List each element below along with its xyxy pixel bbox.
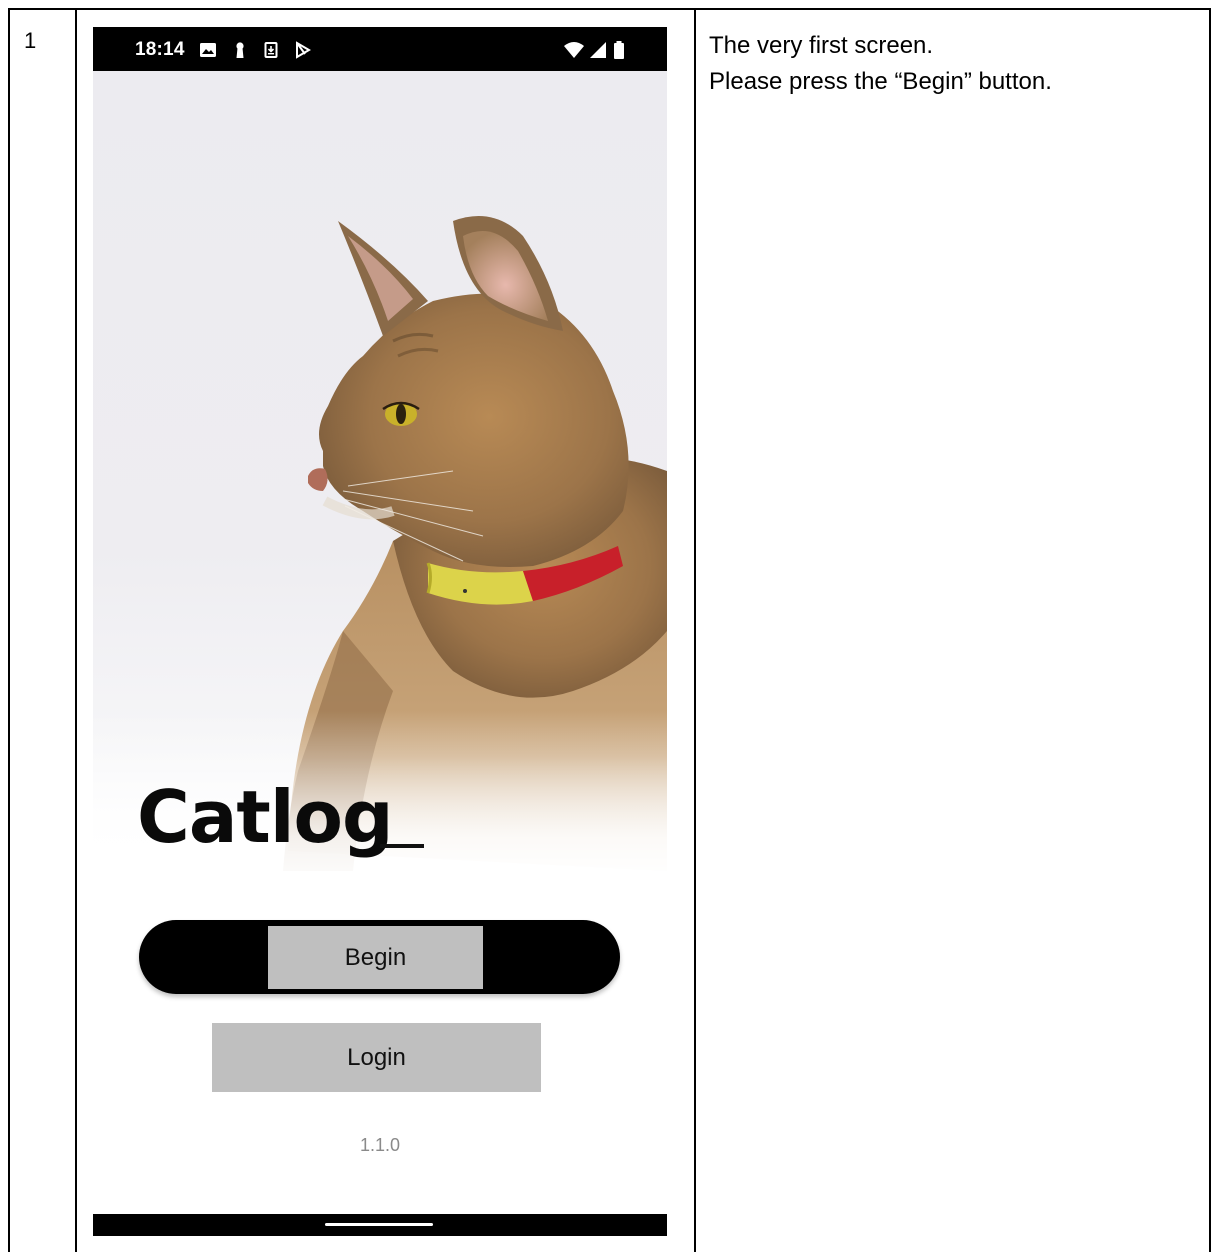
download-icon: [264, 42, 278, 58]
table-border-left: [8, 8, 10, 1252]
battery-icon: [614, 41, 624, 59]
status-time: 18:14: [135, 39, 185, 60]
phone-screen: 18:14 Catlog Begin Login 1.1.0: [93, 27, 667, 1252]
version-text: 1.1.0: [359, 1135, 401, 1155]
status-bar: 18:14: [93, 27, 667, 71]
play-store-icon: [296, 41, 311, 59]
begin-button[interactable]: Begin: [139, 920, 620, 994]
wifi-icon: [564, 42, 584, 58]
row-number: 1: [24, 28, 37, 53]
table-border-top: [8, 8, 1211, 10]
navigation-bar: [93, 1214, 667, 1236]
logo-underscore: [380, 844, 424, 848]
home-gesture-handle[interactable]: [325, 1223, 433, 1226]
version-label: 1.1.0: [93, 1135, 667, 1156]
instruction-text: The very first screen. Please press the …: [709, 28, 1199, 100]
image-icon: [200, 43, 216, 57]
app-logo: Catlog: [137, 775, 394, 859]
keyhole-icon: [236, 42, 244, 58]
hero-image: [93, 71, 667, 871]
login-button[interactable]: Login: [212, 1023, 541, 1092]
table-divider-2: [694, 8, 696, 1252]
instruction-line-2: Please press the “Begin” button.: [709, 68, 1052, 95]
begin-button-label: Begin: [268, 926, 483, 989]
table-divider-1: [75, 8, 77, 1252]
instruction-line-1: The very first screen.: [709, 32, 934, 59]
signal-icon: [590, 42, 606, 58]
